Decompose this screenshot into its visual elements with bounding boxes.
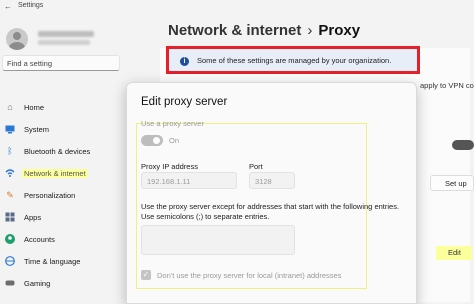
setup-button[interactable]: Set up [430,175,474,191]
exceptions-textarea[interactable] [141,225,295,255]
sidebar-item-home[interactable]: ⌂ Home [0,101,118,115]
sidebar-item-label: Apps [24,213,42,222]
local-bypass-checkbox[interactable]: ✓ [141,270,151,280]
profile-name-redacted [38,31,94,37]
breadcrumb: Network & internet › Proxy [168,22,360,39]
managed-settings-banner: i Some of these settings are managed by … [166,46,420,74]
dialog-title: Edit proxy server [141,96,228,108]
local-bypass-label: Don't use the proxy server for local (in… [157,271,342,280]
profile-email-redacted [38,40,90,45]
find-setting-placeholder: Find a setting [7,59,53,68]
gamepad-icon [5,278,15,288]
sidebar-item-network[interactable]: Network & internet [0,167,118,181]
sidebar-item-label: Time & language [24,257,81,266]
brush-icon: ✎ [6,190,14,200]
sidebar-item-label: Home [24,103,45,112]
sidebar-item-gaming[interactable]: Gaming [0,277,118,291]
globe-icon [5,256,15,266]
apps-icon [5,212,15,222]
port-label: Port [249,162,263,171]
sidebar-item-accounts[interactable]: Accounts [0,233,118,247]
bluetooth-icon: ᛒ [7,146,13,156]
sidebar-item-label: Bluetooth & devices [24,147,91,156]
sidebar-item-system[interactable]: System [0,123,118,137]
breadcrumb-separator: › [307,22,313,39]
sidebar-item-apps[interactable]: Apps [0,211,118,225]
banner-message: Some of these settings are managed by yo… [197,56,392,65]
window-title: Settings [18,2,44,9]
back-arrow-icon[interactable]: ← [4,2,12,11]
toggle-knob [153,137,160,144]
use-proxy-toggle[interactable] [141,135,163,146]
sidebar-item-label: Network & internet [22,169,88,178]
edit-proxy-dialog: Edit proxy server Use a proxy server On … [126,82,417,304]
wifi-icon [5,168,15,178]
page-title: Proxy [318,22,361,39]
vpn-partial-text: apply to VPN co [420,81,474,90]
avatar [6,28,28,50]
find-setting-input[interactable]: Find a setting [2,55,120,71]
toggle-state: On [169,136,180,145]
info-icon: i [180,57,189,66]
title-bar: ← Settings [0,0,474,14]
monitor-icon [5,124,15,134]
breadcrumb-section[interactable]: Network & internet [168,22,301,39]
sidebar-item-label: System [24,125,50,134]
use-proxy-label: Use a proxy server [141,119,204,128]
sidebar-item-personalization[interactable]: ✎ Personalization [0,189,118,203]
settings-toggle[interactable] [452,140,474,150]
exceptions-description: Use the proxy server except for addresse… [141,202,400,221]
sidebar-item-label: Gaming [24,279,51,288]
port-input[interactable]: 3128 [249,172,295,189]
edit-button[interactable]: Edit [436,246,472,260]
proxy-ip-input[interactable]: 192.168.1.11 [141,172,237,189]
sidebar-item-label: Accounts [24,235,55,244]
sidebar-item-time-language[interactable]: Time & language [0,255,118,269]
person-icon [5,234,15,244]
sidebar-item-bluetooth[interactable]: ᛒ Bluetooth & devices [0,145,118,159]
proxy-ip-label: Proxy IP address [141,162,198,171]
home-icon: ⌂ [7,102,13,112]
sidebar-item-label: Personalization [24,191,76,200]
